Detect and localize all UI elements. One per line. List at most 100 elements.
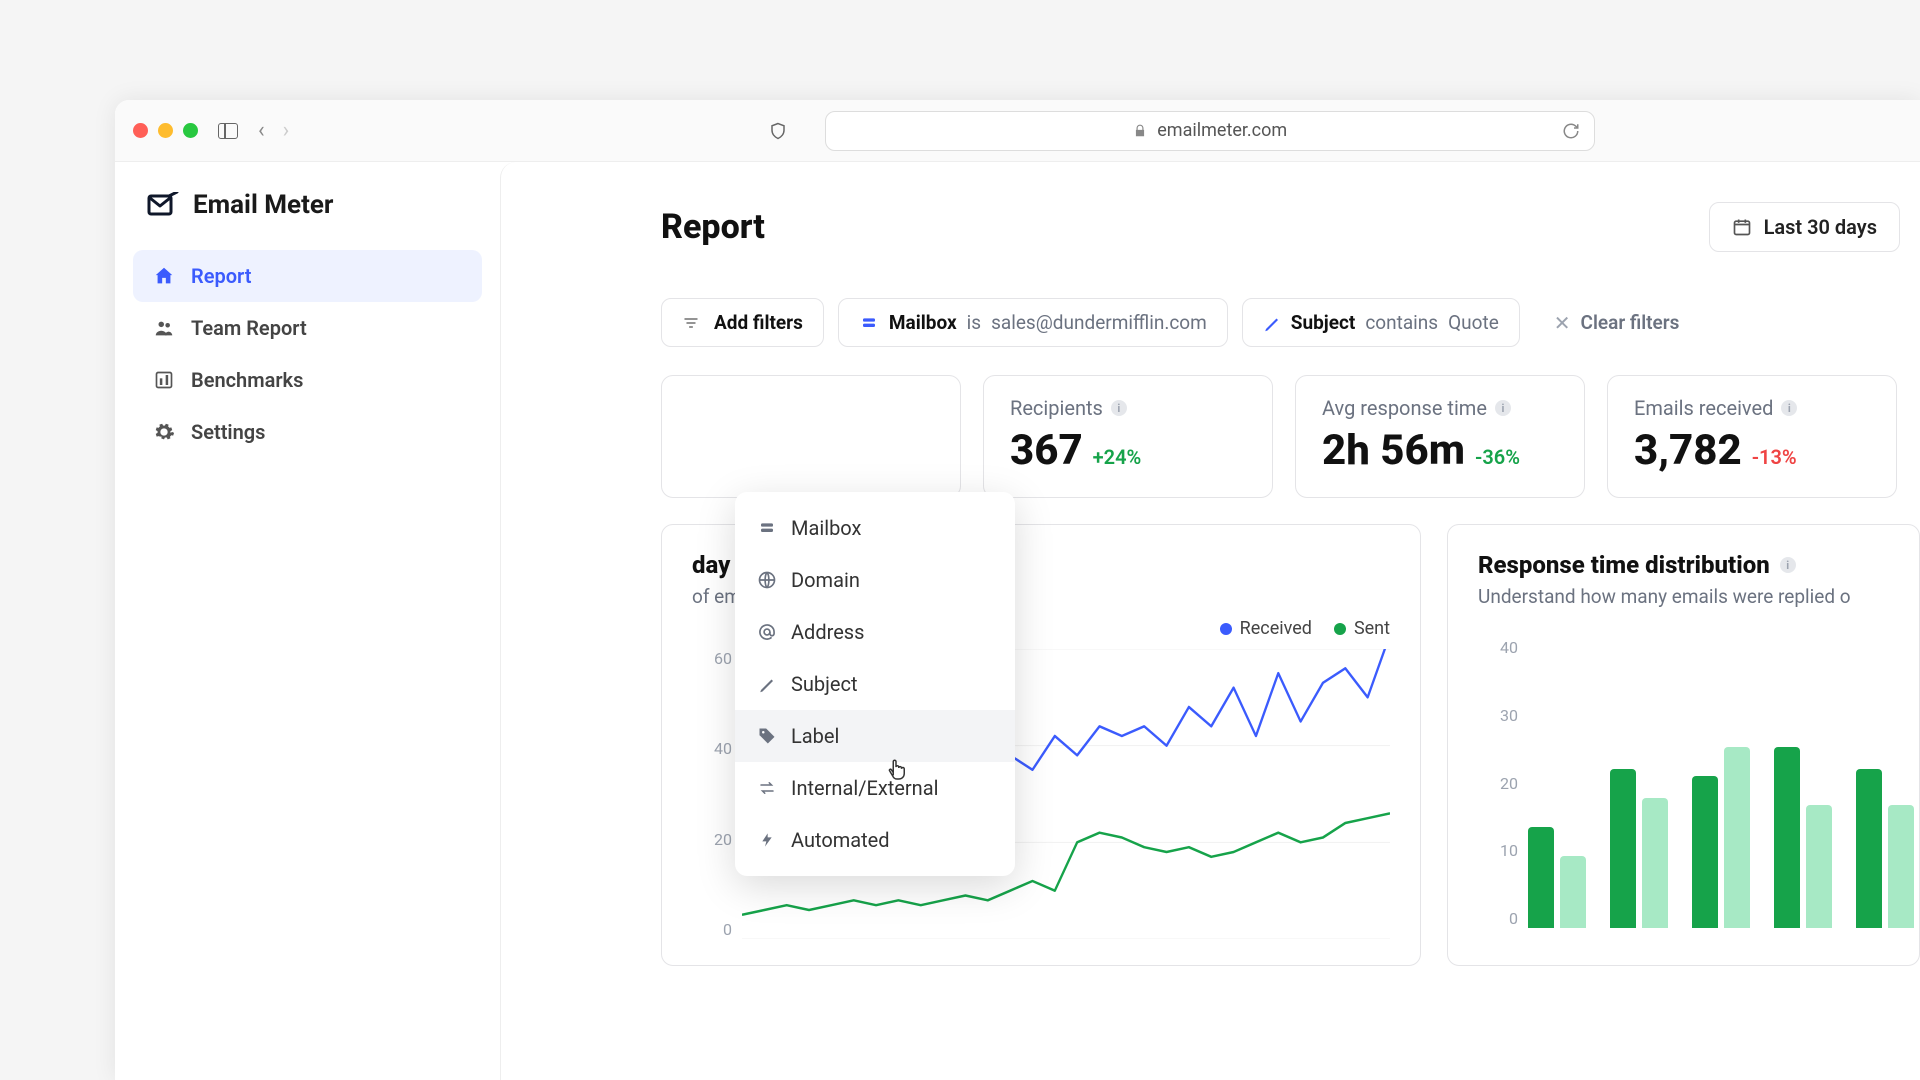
filter-icon xyxy=(682,315,700,331)
date-range-picker[interactable]: Last 30 days xyxy=(1709,202,1900,252)
dropdown-item-label: Internal/External xyxy=(791,776,938,800)
filter-op: contains xyxy=(1365,311,1438,334)
sidebar-item-label: Report xyxy=(191,264,251,288)
pencil-icon xyxy=(757,675,777,693)
app: Email Meter Report Team Report Benchmark… xyxy=(115,162,1920,1080)
sidebar-item-label: Benchmarks xyxy=(191,368,303,392)
filter-chip-mailbox[interactable]: Mailbox is sales@dundermifflin.com xyxy=(838,298,1228,347)
maximize-window-button[interactable] xyxy=(183,123,198,138)
legend-received: Received xyxy=(1220,618,1312,639)
clear-filters-label: Clear filters xyxy=(1581,311,1680,334)
at-icon xyxy=(757,622,777,642)
stat-card-avg-response: Avg response time i 2h 56m -36% xyxy=(1295,375,1585,498)
bar-plot xyxy=(1528,638,1889,928)
stat-delta: -13% xyxy=(1752,445,1797,469)
mailbox-chip-icon xyxy=(859,315,879,331)
chart-title-text: day xyxy=(692,551,730,579)
gear-icon xyxy=(153,421,175,443)
browser-chrome: ‹ › emailmeter.com xyxy=(115,100,1920,162)
close-icon: ✕ xyxy=(1554,311,1571,335)
traffic-lights xyxy=(133,123,198,138)
dropdown-item-internal-external[interactable]: Internal/External xyxy=(735,762,1015,814)
stat-value: 367 xyxy=(1010,426,1083,475)
stat-card-emails-received: Emails received i 3,782 -13% xyxy=(1607,375,1897,498)
chart-title-text: Response time distribution xyxy=(1478,551,1770,579)
date-range-label: Last 30 days xyxy=(1764,215,1877,239)
back-button[interactable]: ‹ xyxy=(258,118,265,143)
dropdown-item-domain[interactable]: Domain xyxy=(735,554,1015,606)
url-text: emailmeter.com xyxy=(1157,120,1287,141)
filter-field: Subject xyxy=(1291,311,1356,334)
chart-subtitle: Understand how many emails were replied … xyxy=(1478,585,1889,608)
dropdown-item-subject[interactable]: Subject xyxy=(735,658,1015,710)
sidebar-item-benchmarks[interactable]: Benchmarks xyxy=(133,354,482,406)
dropdown-item-automated[interactable]: Automated xyxy=(735,814,1015,866)
dropdown-item-label-filter[interactable]: Label xyxy=(735,710,1015,762)
filter-value: sales@dundermifflin.com xyxy=(991,311,1207,334)
clear-filters-button[interactable]: ✕ Clear filters xyxy=(1534,299,1700,347)
globe-icon xyxy=(757,570,777,590)
swap-icon xyxy=(757,779,777,797)
legend-sent: Sent xyxy=(1334,618,1390,639)
info-icon[interactable]: i xyxy=(1111,400,1127,416)
dropdown-item-address[interactable]: Address xyxy=(735,606,1015,658)
page-title: Report xyxy=(661,207,765,247)
stat-delta: +24% xyxy=(1093,445,1142,469)
sidebar-item-label: Team Report xyxy=(191,316,307,340)
chart-title: Response time distribution i xyxy=(1478,551,1889,579)
reload-icon[interactable] xyxy=(1562,122,1580,140)
dropdown-item-label: Subject xyxy=(791,672,858,696)
filter-op: is xyxy=(967,311,981,334)
dropdown-item-mailbox[interactable]: Mailbox xyxy=(735,502,1015,554)
home-icon xyxy=(153,265,175,287)
dropdown-item-label: Label xyxy=(791,724,839,748)
minimize-window-button[interactable] xyxy=(158,123,173,138)
dropdown-item-label: Domain xyxy=(791,568,860,592)
brand: Email Meter xyxy=(133,190,482,250)
stat-card-hidden xyxy=(661,375,961,498)
stat-delta: -36% xyxy=(1475,445,1520,469)
filter-field: Mailbox xyxy=(889,311,957,334)
tag-icon xyxy=(757,726,777,746)
stat-card-recipients: Recipients i 367 +24% xyxy=(983,375,1273,498)
dropdown-item-label: Mailbox xyxy=(791,516,861,540)
filter-value: Quote xyxy=(1448,311,1499,334)
info-icon[interactable]: i xyxy=(1495,400,1511,416)
chart-response-distribution: Response time distribution i Understand … xyxy=(1447,524,1920,966)
sidebar-item-report[interactable]: Report xyxy=(133,250,482,302)
sidebar-item-settings[interactable]: Settings xyxy=(133,406,482,458)
forward-button[interactable]: › xyxy=(283,118,290,143)
lock-icon xyxy=(1133,123,1147,139)
close-window-button[interactable] xyxy=(133,123,148,138)
bolt-icon xyxy=(757,830,777,850)
sidebar-toggle-icon[interactable] xyxy=(218,123,238,139)
url-bar[interactable]: emailmeter.com xyxy=(825,111,1595,151)
page-header: Report Last 30 days xyxy=(661,202,1920,252)
add-filters-button[interactable]: Add filters xyxy=(661,298,824,347)
calendar-icon xyxy=(1732,217,1752,237)
sidebar-item-label: Settings xyxy=(191,420,265,444)
users-icon xyxy=(153,317,175,339)
y-axis: 403020100 xyxy=(1478,638,1518,928)
y-axis: 6040200 xyxy=(692,649,732,939)
privacy-shield-icon[interactable] xyxy=(769,121,785,141)
mailbox-icon xyxy=(757,520,777,536)
sidebar-item-team-report[interactable]: Team Report xyxy=(133,302,482,354)
benchmarks-icon xyxy=(153,370,175,390)
dropdown-item-label: Automated xyxy=(791,828,890,852)
add-filters-label: Add filters xyxy=(714,311,803,334)
browser-window: ‹ › emailmeter.com xyxy=(115,100,1920,1080)
filter-dropdown: Mailbox Domain Address Subject Label Int… xyxy=(735,492,1015,876)
stat-label: Recipients xyxy=(1010,396,1103,420)
brand-name: Email Meter xyxy=(193,190,333,220)
stat-label: Avg response time xyxy=(1322,396,1487,420)
filter-chip-subject[interactable]: Subject contains Quote xyxy=(1242,298,1520,347)
info-icon[interactable]: i xyxy=(1780,557,1796,573)
filters-row: Add filters Mailbox is sales@dundermiffl… xyxy=(661,298,1920,347)
info-icon[interactable]: i xyxy=(1781,400,1797,416)
stat-value: 3,782 xyxy=(1634,426,1742,475)
stats-row: Recipients i 367 +24% Avg response time … xyxy=(661,375,1920,498)
nav-arrows: ‹ › xyxy=(258,118,289,143)
bar-chart-area: 403020100 xyxy=(1478,638,1889,928)
stat-value: 2h 56m xyxy=(1322,426,1465,475)
